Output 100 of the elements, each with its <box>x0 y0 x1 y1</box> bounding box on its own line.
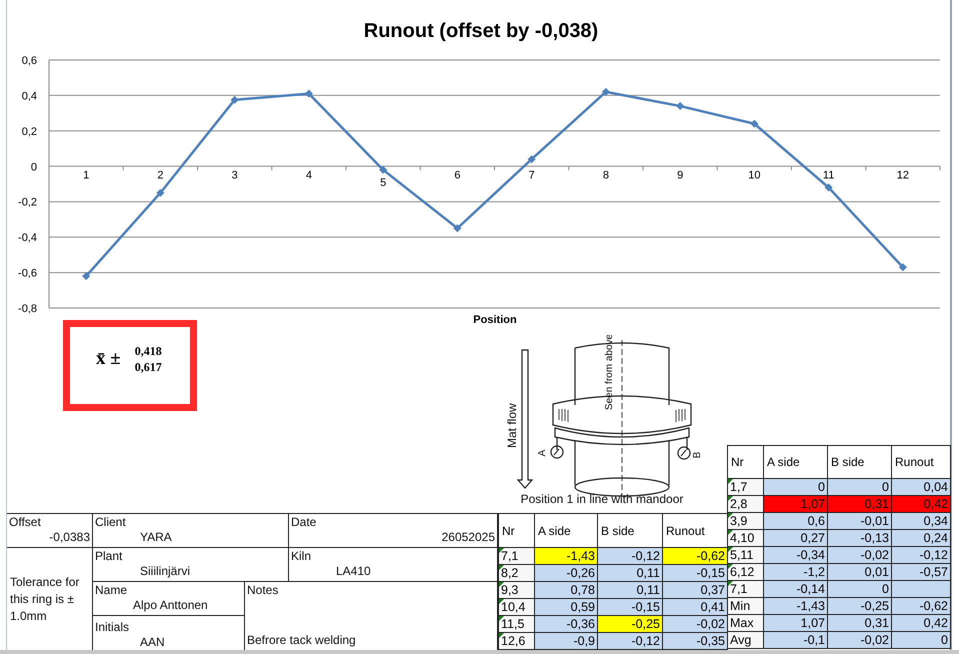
table-cell: Avg <box>728 632 764 649</box>
table-cell: -0,25 <box>828 598 892 615</box>
table-cell: -0,26 <box>535 565 598 582</box>
table-cell: 0,01 <box>828 564 892 581</box>
axis-title: Position <box>473 314 517 326</box>
table-cell: 0,27 <box>764 530 828 547</box>
field-value: Siiilinjärvi <box>139 564 192 580</box>
field-label: Plant <box>94 548 124 564</box>
field-value: YARA <box>139 530 173 546</box>
table-cell: 2,8 <box>728 496 764 513</box>
field-label: Client <box>94 514 127 530</box>
column-header: B side <box>598 514 663 548</box>
column-header: Nr <box>499 514 535 548</box>
table-cell: 0,11 <box>598 565 663 582</box>
diagram-caption: Position 1 in line with mandoor <box>520 492 684 506</box>
table-cell: 1,07 <box>764 496 828 513</box>
gauge-label: B <box>692 452 703 458</box>
table-cell: -1,43 <box>535 548 598 565</box>
axis-tick-label: 0,2 <box>22 126 37 138</box>
axis-tick-label: 0,6 <box>22 55 37 67</box>
table-cell: -0,13 <box>828 530 892 547</box>
column-header: B side <box>828 446 892 479</box>
axis-tick-label: -0,2 <box>18 196 37 209</box>
table-cell: 0 <box>892 632 951 649</box>
field-label: Notes <box>246 582 280 598</box>
table-cell: 11,5 <box>499 616 535 633</box>
field-label: Name <box>94 582 128 598</box>
axis-tick-label: -0,4 <box>18 232 37 244</box>
table-cell: -0,62 <box>663 548 728 565</box>
table-cell: Max <box>728 615 764 632</box>
axis-tick-label: 0 <box>30 161 37 174</box>
table-cell: -0,15 <box>663 565 728 582</box>
field-value: LA410 <box>335 564 372 580</box>
table-cell: 0,42 <box>892 615 951 632</box>
table-cell: 8,2 <box>499 565 535 582</box>
field-label: Offset <box>8 514 42 530</box>
axis-tick-label: 4 <box>306 169 312 182</box>
field-label: Initials <box>94 619 130 635</box>
axis-tick-label: 2 <box>157 169 164 182</box>
table-cell: 0,6 <box>764 513 828 530</box>
table-cell: 0,59 <box>535 599 598 616</box>
table-cell: -0,02 <box>828 547 892 564</box>
axis-tick-label: 7 <box>528 169 535 182</box>
table-cell: -0,14 <box>764 581 828 598</box>
stat-value: 0,617 <box>134 358 162 374</box>
table-cell: 0 <box>764 479 828 496</box>
table-cell: 0,04 <box>892 479 951 496</box>
field-value: Befrore tack welding <box>246 633 357 649</box>
axis-tick-label: 11 <box>822 169 834 182</box>
table-cell: -0,12 <box>598 548 663 565</box>
table-cell: 5,11 <box>728 547 764 564</box>
table-cell: 7,1 <box>728 581 764 598</box>
axis-tick-label: 6 <box>454 169 460 182</box>
flow-label: Mat flow <box>505 403 519 448</box>
field-label: Date <box>290 514 318 530</box>
table-cell: -0,25 <box>598 616 663 633</box>
table-cell: -0,1 <box>764 632 828 649</box>
table-cell: -0,01 <box>828 513 892 530</box>
axis-tick-label: -0,8 <box>18 303 37 315</box>
column-header: A side <box>764 446 828 479</box>
table-cell: -0,36 <box>535 616 598 633</box>
table-cell: 12,6 <box>499 633 535 650</box>
table-cell: -0,12 <box>892 547 951 564</box>
table-cell: 0,31 <box>828 496 892 513</box>
axis-tick-label: 10 <box>748 169 760 182</box>
table-cell: 0,42 <box>892 496 951 513</box>
axis-tick-label: 8 <box>602 169 609 182</box>
table-cell: 4,10 <box>728 530 764 547</box>
table-cell: -0,02 <box>663 616 728 633</box>
table-cell: 0,31 <box>828 615 892 632</box>
table-cell: -0,35 <box>663 633 728 650</box>
table-cell: 0,11 <box>598 582 663 599</box>
field-value: -0,0383 <box>49 530 91 546</box>
gauge-label: A <box>537 450 548 456</box>
table-cell: Min <box>728 598 764 615</box>
table-cell: 0 <box>828 581 892 598</box>
table-cell: -1,2 <box>764 564 828 581</box>
table-cell: 0,24 <box>892 530 951 547</box>
table-cell: -0,34 <box>764 547 828 564</box>
table-cell: -1,43 <box>764 598 828 615</box>
table-cell: 0,78 <box>535 582 598 599</box>
table-cell: 1,7 <box>728 479 764 496</box>
field-value: 26052025 <box>442 530 496 546</box>
table-cell: -0,15 <box>598 599 663 616</box>
table-cell: 9,3 <box>499 582 535 599</box>
column-header: Runout <box>892 446 951 479</box>
column-header: A side <box>535 514 598 548</box>
axis-tick-label: 1 <box>83 169 90 182</box>
axis-tick-label: 3 <box>232 169 238 182</box>
field-value: Alpo Anttonen <box>132 598 209 614</box>
table-cell: -0,02 <box>828 632 892 649</box>
axis-tick-label: 9 <box>677 169 684 182</box>
table-cell: 10,4 <box>499 599 535 616</box>
table-cell: -0,57 <box>892 564 951 581</box>
stat-symbol: x̄ ± <box>96 349 121 368</box>
stat-value: 0,418 <box>134 342 162 358</box>
axis-tick-label: 12 <box>896 169 909 182</box>
table-cell: 0,34 <box>892 513 951 530</box>
table-cell: -0,9 <box>535 633 598 650</box>
chart-title: Runout (offset by -0,038) <box>364 20 598 42</box>
